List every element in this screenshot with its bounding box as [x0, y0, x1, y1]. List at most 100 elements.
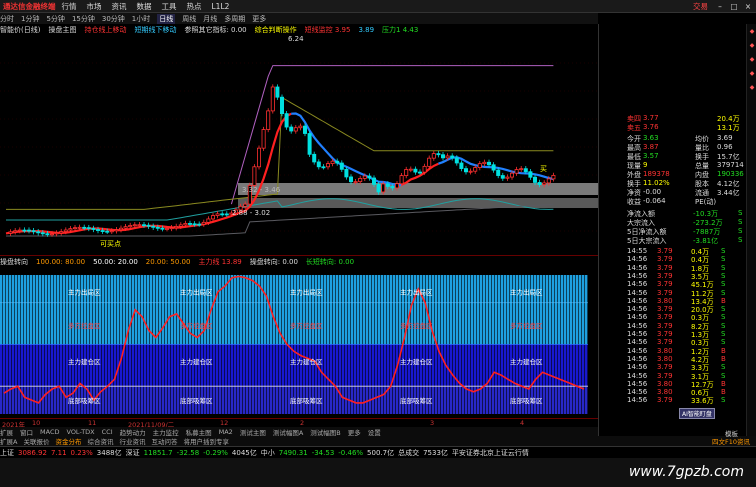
index-value: 上证	[0, 448, 14, 457]
ask-label: 卖五	[627, 124, 641, 132]
indicator-tab[interactable]: CCI	[102, 428, 113, 436]
period-tab[interactable]: 1小时	[132, 14, 150, 24]
period-tab[interactable]: 15分钟	[72, 14, 95, 24]
ai-popup[interactable]: AI智能盯盘	[679, 408, 715, 419]
template-label[interactable]: 模板	[725, 428, 738, 438]
tick-time: 14:56	[627, 305, 648, 314]
indicator-tab[interactable]: 测试幅图B	[310, 427, 340, 437]
menu-l1l2[interactable]: L1L2	[212, 2, 230, 11]
period-tab[interactable]: 30分钟	[102, 14, 125, 24]
zone-label-mid: 多方控盘区	[400, 321, 433, 330]
info-tab[interactable]: 将用户插到专享	[183, 436, 229, 446]
indicator-tab[interactable]: VOL-TDX	[66, 428, 94, 436]
bottom-strip: www.7gpzb.com	[0, 458, 756, 487]
tick-price: 3.80	[657, 379, 673, 388]
tick-price: 3.79	[657, 321, 673, 330]
quote-row: 最高 3.87 量比 0.96	[599, 143, 756, 152]
tick-time: 14:56	[627, 338, 648, 347]
side-tool-icon[interactable]: ◆	[747, 84, 756, 94]
period-tab[interactable]: 5分钟	[46, 14, 64, 24]
tick-side: B	[721, 296, 726, 305]
oscillator-value: 操盘转向	[0, 257, 28, 266]
info-tab-bar: 扩展A 关联报价 资金分布 综合资讯 行业资讯 互动问答 将用户插到专享 四文F10资讯	[0, 436, 756, 446]
side-tool-icon[interactable]: ◆	[747, 42, 756, 52]
period-tab[interactable]: 多周期	[224, 14, 245, 24]
date-label: 3	[430, 419, 435, 427]
indicator-tab[interactable]: MA2	[219, 428, 233, 436]
indicator-tab[interactable]: 扩展	[0, 427, 13, 437]
index-value: 4045亿	[231, 448, 257, 457]
menu-quotes[interactable]: 行情	[62, 1, 77, 12]
zone-label-top: 主力出局区	[510, 287, 543, 296]
info-tab[interactable]: 互动问答	[151, 436, 177, 446]
tick-time: 14:56	[627, 288, 648, 297]
quote-row: 14:56 3.79 33.6万 S	[599, 396, 756, 405]
period-tab[interactable]: 更多	[252, 14, 266, 24]
period-tab[interactable]: 月线	[203, 14, 217, 24]
index-value: 3488亿	[96, 448, 122, 457]
indicator-value: 短期线下移动	[134, 25, 177, 34]
tick-time: 14:56	[627, 363, 648, 372]
menu-market[interactable]: 市场	[87, 1, 102, 12]
index-value: -32.58	[176, 448, 200, 457]
tick-price: 3.80	[657, 346, 673, 355]
indicator-tab[interactable]: 更多	[348, 427, 361, 437]
tick-price: 3.79	[657, 371, 673, 380]
indicator-tab[interactable]: 私募主图	[186, 427, 212, 437]
quote-row: 净资 -0.00 流通 3.44亿	[599, 188, 756, 197]
close-icon[interactable]: ×	[742, 2, 754, 11]
indicator-value: 持仓线上移动	[84, 25, 127, 34]
indicator-tab[interactable]: 主力监控	[153, 427, 179, 437]
tick-time: 14:56	[627, 330, 648, 338]
period-tab[interactable]: 1分钟	[21, 14, 39, 24]
stat-value: 190336	[717, 170, 744, 178]
minimize-icon[interactable]: –	[714, 2, 726, 11]
tick-time: 14:56	[627, 388, 648, 397]
index-value: 3086.92	[18, 448, 47, 457]
stat-value: -0.064	[643, 197, 666, 205]
quote-row: 外盘 189378 内盘 190336	[599, 170, 756, 179]
info-tab[interactable]: 综合资讯	[87, 436, 113, 446]
indicator-tab[interactable]: 窗口	[20, 427, 33, 437]
indicator-tab[interactable]: MACD	[40, 428, 59, 436]
low-price-label: 2.88 - 3.02	[232, 209, 270, 217]
quote-row: 收益 -0.064 PE(动)	[599, 197, 756, 206]
oscillator-value: 主力线 13.89	[198, 257, 242, 266]
menu-hot[interactable]: 热点	[187, 1, 202, 12]
side-tool-icon[interactable]: ◆	[747, 70, 756, 80]
menu-news[interactable]: 资讯	[112, 1, 127, 12]
date-label: 2	[300, 419, 305, 427]
info-tab[interactable]: 行业资讯	[119, 436, 145, 446]
tick-side: S	[721, 305, 726, 314]
period-tab[interactable]: 分时	[0, 14, 14, 24]
quote-row: 大宗流入 -273.2万 S	[599, 218, 756, 227]
info-tab[interactable]: 关联报价	[23, 436, 49, 446]
quote-row: 净流入额 -10.3万 S	[599, 209, 756, 218]
indicator-tab[interactable]: 设置	[368, 427, 381, 437]
trade-button[interactable]: 交易	[693, 1, 708, 12]
menu-tools[interactable]: 工具	[162, 1, 177, 12]
indicator-tab[interactable]: 测试主图	[240, 427, 266, 437]
tick-side: S	[721, 255, 726, 264]
tick-time: 14:56	[627, 354, 648, 363]
stat-value: 0.96	[717, 143, 733, 151]
zone-label-top: 主力出局区	[180, 287, 213, 296]
maximize-icon[interactable]: □	[728, 2, 740, 11]
menu-data[interactable]: 数据	[137, 1, 152, 12]
kline-chart[interactable]: 6.24 2.88 - 3.02 3.32 - 3.46 可买点 买	[0, 35, 598, 256]
info-tab[interactable]: 资金分布	[55, 436, 81, 446]
tick-time: 14:56	[627, 321, 648, 330]
oscillator-chart[interactable]: 主力出局区多方控盘区主力建仓区底部吸筹区 主力出局区多方控盘区主力建仓区底部吸筹区…	[0, 267, 598, 418]
indicator-tab[interactable]: 测试幅图A	[273, 427, 303, 437]
quote-row: 5日净流入额 -7887万 S	[599, 227, 756, 236]
index-value: 深证	[125, 448, 140, 457]
period-tab[interactable]: 日线	[157, 13, 176, 24]
tick-time: 14:56	[627, 296, 648, 305]
side-tool-icon[interactable]: ◆	[747, 56, 756, 66]
index-value: 7490.31	[278, 448, 308, 457]
indicator-tab[interactable]: 趋势动力	[120, 427, 146, 437]
info-tab[interactable]: 扩展A	[0, 436, 17, 446]
quote-row: 卖五 3.76 13.1万	[599, 123, 756, 132]
period-tab[interactable]: 周线	[182, 14, 196, 24]
side-tool-icon[interactable]: ◆	[747, 28, 756, 38]
